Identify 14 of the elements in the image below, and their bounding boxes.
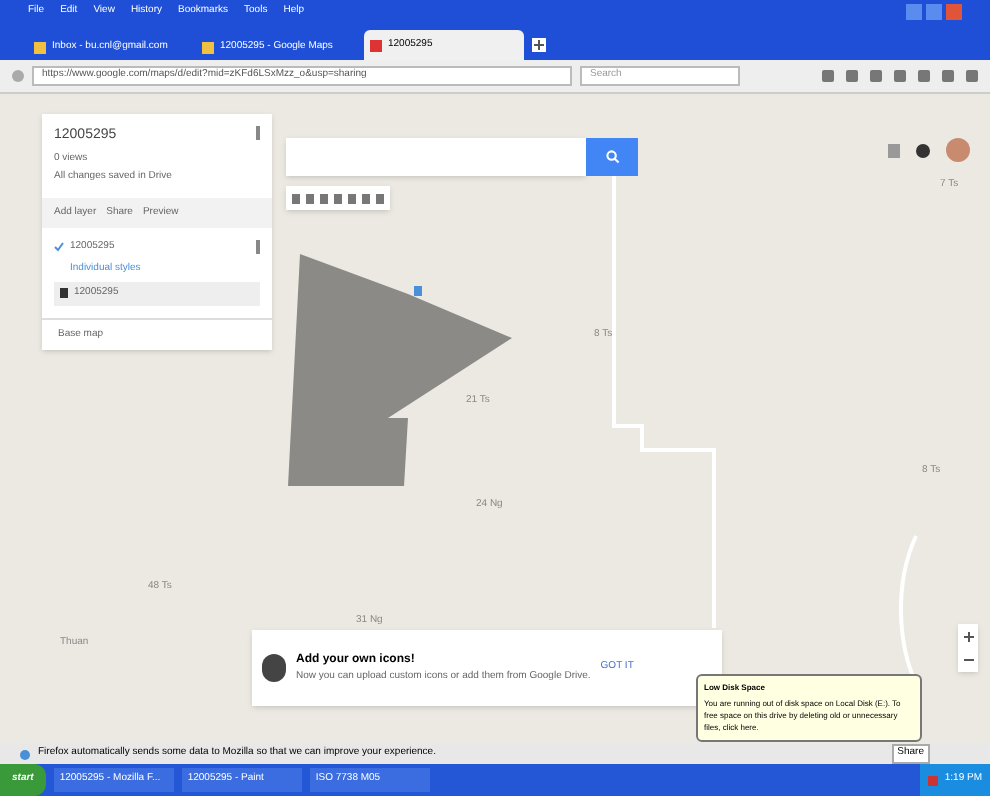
page-icon [370, 39, 382, 51]
plus-icon [534, 40, 544, 50]
plus-icon [963, 631, 973, 641]
new-tab-button[interactable] [532, 38, 546, 52]
map-search-field[interactable] [286, 138, 586, 176]
search-icon [605, 150, 619, 164]
page-icon [202, 41, 214, 53]
layer-checkbox[interactable] [54, 242, 64, 253]
tray-icon[interactable] [928, 775, 939, 785]
avatar[interactable] [946, 138, 970, 162]
info-icon [20, 749, 30, 759]
minus-icon [963, 658, 973, 662]
search-button[interactable] [586, 138, 638, 176]
page-icon [34, 41, 46, 53]
